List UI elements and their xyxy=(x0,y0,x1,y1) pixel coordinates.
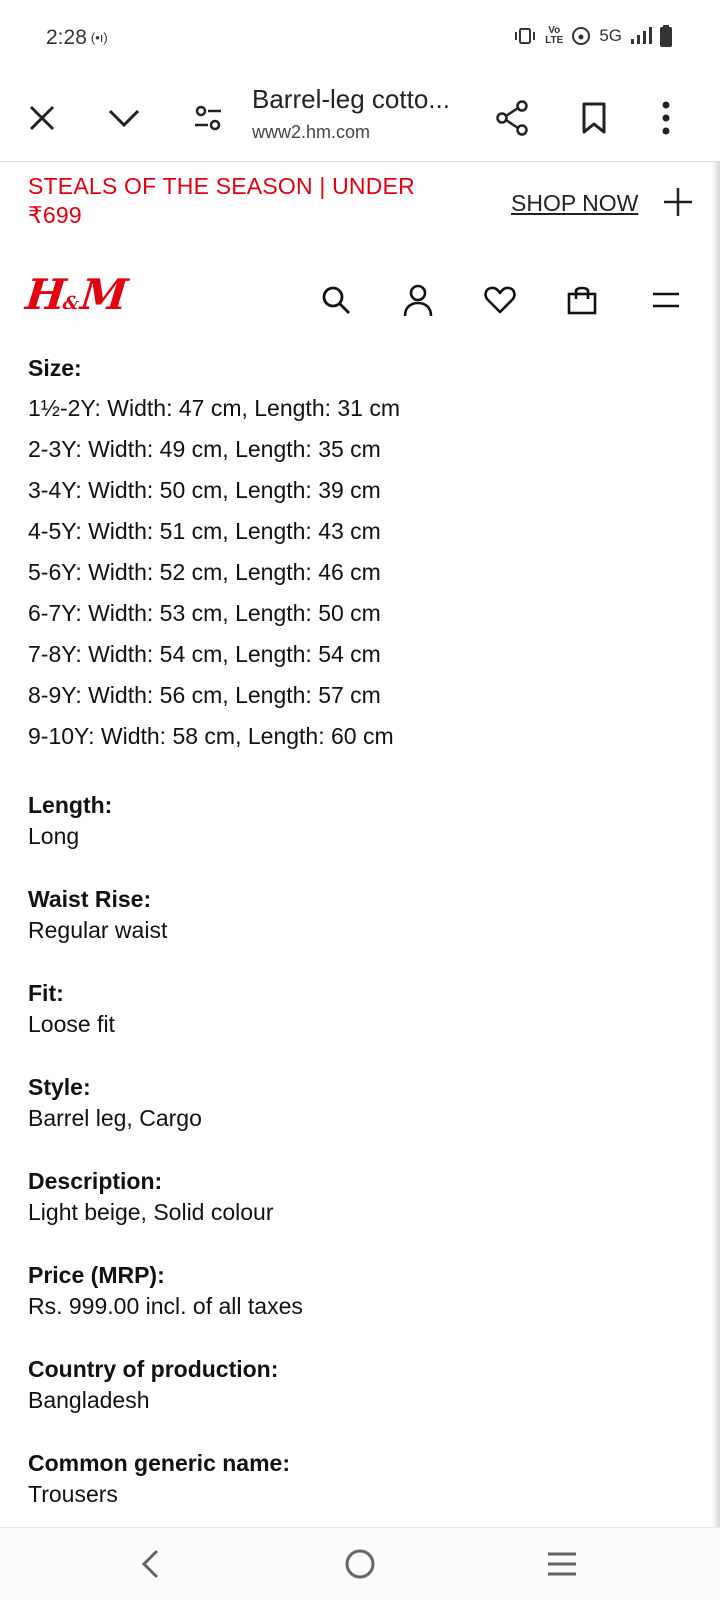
detail-value: Light beige, Solid colour xyxy=(28,1199,274,1225)
detail-fit: Fit: Loose fit xyxy=(28,979,688,1041)
shop-now-link[interactable]: SHOP NOW xyxy=(511,190,638,217)
detail-label: Country of production: xyxy=(28,1356,279,1382)
hotspot-icon-right xyxy=(572,27,591,45)
bag-icon xyxy=(567,286,597,315)
detail-value: Loose fit xyxy=(28,1011,115,1037)
detail-value: Barrel leg, Cargo xyxy=(28,1105,202,1131)
product-details: Size: 1½-2Y: Width: 47 cm, Length: 31 cm… xyxy=(28,348,688,1511)
detail-label: Description: xyxy=(28,1168,163,1194)
close-button[interactable] xyxy=(12,88,72,148)
detail-country: Country of production: Bangladesh xyxy=(28,1355,688,1417)
network-type: 5G xyxy=(599,26,622,45)
recents-button[interactable] xyxy=(540,1542,584,1586)
size-item: 2-3Y: Width: 49 cm, Length: 35 cm xyxy=(28,436,381,462)
size-label: Size: xyxy=(28,355,82,381)
share-icon xyxy=(496,100,528,136)
shopping-bag-button[interactable] xyxy=(564,282,600,318)
chevron-down-icon xyxy=(108,109,140,128)
search-button[interactable] xyxy=(318,282,354,318)
detail-label: Waist Rise: xyxy=(28,886,152,912)
favourites-button[interactable] xyxy=(482,282,518,318)
recents-icon xyxy=(548,1552,576,1576)
size-item: 3-4Y: Width: 50 cm, Length: 39 cm xyxy=(28,477,381,503)
detail-value: Trousers xyxy=(28,1481,118,1507)
page-url: www2.hm.com xyxy=(252,122,371,142)
heart-icon xyxy=(484,286,516,314)
back-button[interactable] xyxy=(128,1542,172,1586)
expand-promo-button[interactable] xyxy=(662,186,694,218)
signal-icon xyxy=(631,27,652,44)
promo-text-line1: STEALS OF THE SEASON | UNDER xyxy=(28,173,415,199)
detail-value: Bangladesh xyxy=(28,1387,150,1413)
clock-text: 2:28 xyxy=(46,26,87,49)
share-button[interactable] xyxy=(482,88,542,148)
detail-label: Length: xyxy=(28,792,113,818)
plus-icon xyxy=(664,188,692,216)
size-item: 1½-2Y: Width: 47 cm, Length: 31 cm xyxy=(28,395,401,421)
status-bar: 2:28 (•ı) Vo LTE 5G xyxy=(0,0,720,76)
menu-button[interactable] xyxy=(648,282,684,318)
browser-toolbar: Barrel-leg cotto... www2.hm.com xyxy=(0,76,720,162)
more-vert-icon xyxy=(662,101,670,135)
detail-value: Rs. 999.00 incl. of all taxes xyxy=(28,1293,303,1319)
vibrate-icon xyxy=(515,28,536,44)
back-icon xyxy=(141,1549,159,1579)
page-title: Barrel-leg cotto... xyxy=(252,84,450,114)
detail-label: Fit: xyxy=(28,980,64,1006)
size-item: 4-5Y: Width: 51 cm, Length: 43 cm xyxy=(28,518,381,544)
status-icons: Vo LTE 5G xyxy=(513,25,672,47)
page-scroll-edge xyxy=(712,162,720,1527)
detail-label: Price (MRP): xyxy=(28,1262,165,1288)
volte-icon: Vo LTE xyxy=(545,25,564,46)
bookmark-button[interactable] xyxy=(564,88,624,148)
detail-value: Regular waist xyxy=(28,917,168,943)
detail-description: Description: Light beige, Solid colour xyxy=(28,1167,688,1229)
detail-label: Style: xyxy=(28,1074,91,1100)
detail-price: Price (MRP): Rs. 999.00 incl. of all tax… xyxy=(28,1261,688,1323)
hotspot-icon: (•ı) xyxy=(90,30,108,45)
size-item: 6-7Y: Width: 53 cm, Length: 50 cm xyxy=(28,600,381,626)
site-settings-button[interactable] xyxy=(178,88,238,148)
url-block[interactable]: Barrel-leg cotto... www2.hm.com xyxy=(252,82,482,143)
home-icon xyxy=(345,1549,375,1579)
status-time: 2:28 (•ı) xyxy=(46,26,108,50)
detail-length: Length: Long xyxy=(28,791,688,853)
size-item: 8-9Y: Width: 56 cm, Length: 57 cm xyxy=(28,682,381,708)
more-options-button[interactable] xyxy=(636,88,696,148)
size-item: 7-8Y: Width: 54 cm, Length: 54 cm xyxy=(28,641,381,667)
size-list: 1½-2Y: Width: 47 cm, Length: 31 cm 2-3Y:… xyxy=(28,388,688,757)
account-icon xyxy=(403,284,433,317)
size-item: 9-10Y: Width: 58 cm, Length: 60 cm xyxy=(28,723,394,749)
promo-text-line2: ₹699 xyxy=(28,202,82,228)
search-icon xyxy=(322,286,350,314)
detail-value: Long xyxy=(28,823,80,849)
promo-banner[interactable]: STEALS OF THE SEASON | UNDER ₹699 xyxy=(28,172,468,230)
detail-waist-rise: Waist Rise: Regular waist xyxy=(28,885,688,947)
detail-label: Common generic name: xyxy=(28,1450,290,1476)
battery-icon xyxy=(660,25,672,47)
bookmark-icon xyxy=(582,102,606,134)
collapse-button[interactable] xyxy=(94,88,154,148)
detail-style: Style: Barrel leg, Cargo xyxy=(28,1073,688,1135)
account-button[interactable] xyxy=(400,282,436,318)
site-settings-icon xyxy=(195,105,221,131)
detail-generic-name: Common generic name: Trousers xyxy=(28,1449,688,1511)
menu-icon xyxy=(653,292,679,308)
hm-logo[interactable]: H&M xyxy=(23,270,127,319)
home-button[interactable] xyxy=(338,1542,382,1586)
size-item: 5-6Y: Width: 52 cm, Length: 46 cm xyxy=(28,559,381,585)
system-navigation-bar xyxy=(0,1527,720,1600)
close-icon xyxy=(29,105,55,131)
